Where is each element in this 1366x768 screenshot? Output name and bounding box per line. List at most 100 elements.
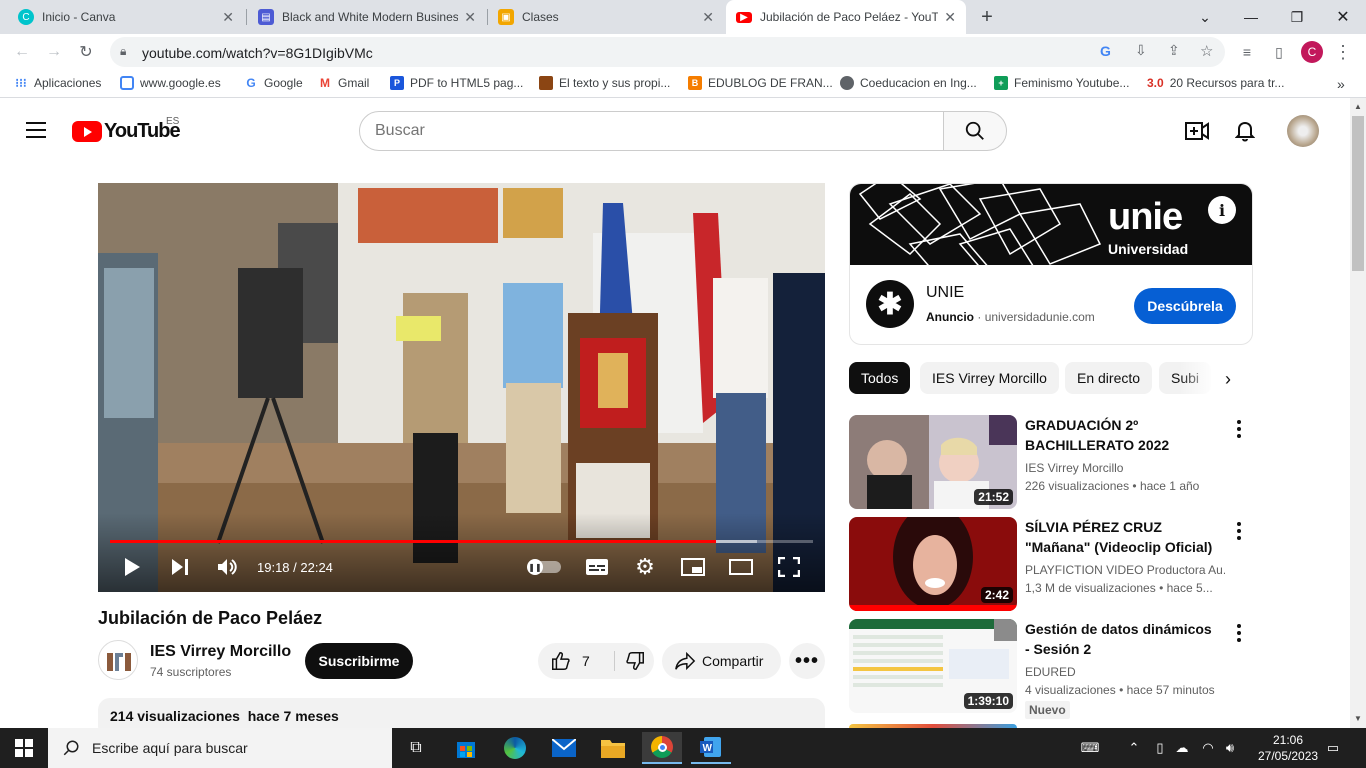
bookmark-pdf-html5[interactable]: P PDF to HTML5 pag... — [390, 76, 523, 90]
forward-icon[interactable]: → — [42, 40, 66, 64]
file-explorer-icon[interactable] — [593, 732, 633, 764]
hamburger-menu-icon[interactable] — [26, 122, 46, 138]
close-window-icon[interactable]: ✕ — [1320, 0, 1366, 34]
chip-live[interactable]: En directo — [1065, 362, 1153, 394]
scroll-up-icon[interactable]: ▲ — [1354, 102, 1362, 111]
play-icon[interactable] — [122, 555, 142, 579]
more-vert-icon[interactable] — [1231, 521, 1247, 541]
video-thumbnail[interactable]: 1:39:10 — [849, 619, 1017, 713]
mail-icon[interactable] — [544, 732, 584, 764]
more-vert-icon[interactable] — [1231, 623, 1247, 643]
new-tab-button[interactable]: + — [972, 0, 1002, 34]
taskbar-search[interactable]: Escribe aquí para buscar — [48, 728, 392, 768]
recommendation-channel[interactable]: IES Virrey Morcillo — [1025, 461, 1225, 475]
tab-clases[interactable]: ▣ Clases ✕ — [488, 0, 724, 34]
tab-search-chevron-icon[interactable]: ⌄ — [1182, 0, 1228, 34]
show-hidden-icons-chevron-icon[interactable]: ⌃ — [1124, 738, 1144, 758]
tab-canva[interactable]: C Inicio - Canva ✕ — [8, 0, 244, 34]
restore-icon[interactable]: ❐ — [1274, 0, 1320, 34]
chip-channel[interactable]: IES Virrey Morcillo — [920, 362, 1059, 394]
task-view-icon[interactable]: ⧉ — [396, 732, 436, 764]
close-tab-icon[interactable]: ✕ — [464, 9, 476, 26]
bookmark-feminismo[interactable]: + Feminismo Youtube... — [994, 76, 1129, 90]
onedrive-cloud-icon[interactable]: ☁ — [1172, 738, 1192, 758]
miniplayer-icon[interactable] — [680, 555, 706, 579]
bookmark-star-icon[interactable]: ☆ — [1200, 42, 1213, 60]
chip-all[interactable]: Todos — [849, 362, 911, 394]
scrollbar-thumb[interactable] — [1352, 116, 1364, 271]
bookmark-google[interactable]: G Google — [244, 76, 302, 90]
youtube-logo[interactable]: YouTube ES — [72, 116, 181, 143]
minimize-icon[interactable]: — — [1228, 0, 1274, 34]
next-video-icon[interactable] — [170, 555, 190, 579]
channel-avatar[interactable] — [98, 640, 138, 680]
video-thumbnail[interactable]: 2:42 — [849, 517, 1017, 611]
side-panel-icon[interactable]: ▯ — [1269, 42, 1289, 62]
profile-avatar[interactable]: C — [1301, 41, 1323, 63]
close-tab-icon[interactable]: ✕ — [702, 9, 714, 26]
reload-icon[interactable]: ↻ — [74, 40, 98, 64]
recommendation-title[interactable]: GRADUACIÓN 2º BACHILLERATO 2022 — [1025, 415, 1215, 455]
recommendation-card[interactable]: 1:39:10 Gestión de datos dinámicos - Ses… — [849, 619, 1253, 719]
wifi-icon[interactable]: ◠ — [1198, 738, 1218, 758]
settings-gear-icon[interactable]: ⚙ — [632, 554, 658, 579]
bookmark-gmail[interactable]: M Gmail — [318, 76, 369, 90]
bookmark-20-recursos[interactable]: 3.0 20 Recursos para tr... — [1147, 76, 1284, 90]
word-icon[interactable]: W — [691, 732, 731, 764]
account-avatar[interactable] — [1287, 115, 1319, 147]
recommendation-title[interactable]: SÍLVIA PÉREZ CRUZ "Mañana" (Videoclip Of… — [1025, 517, 1215, 557]
subscribe-button[interactable]: Suscribirme — [305, 643, 413, 679]
recommendation-card[interactable]: 21:52 GRADUACIÓN 2º BACHILLERATO 2022 IE… — [849, 415, 1253, 509]
speaker-icon[interactable]: 🔊︎ — [1220, 738, 1240, 758]
more-actions-icon[interactable]: ••• — [789, 643, 825, 679]
theater-mode-icon[interactable] — [728, 555, 754, 579]
bookmark-el-texto[interactable]: El texto y sus propi... — [539, 76, 670, 90]
install-icon[interactable]: ⇩ — [1135, 42, 1147, 59]
video-thumbnail[interactable]: 21:52 — [849, 415, 1017, 509]
tab-youtube-active[interactable]: ▶ Jubilación de Paco Peláez - YouTu ✕ — [726, 0, 966, 34]
close-tab-icon[interactable]: ✕ — [222, 9, 234, 26]
notification-center-icon[interactable]: ▭ — [1322, 738, 1344, 758]
share-button[interactable]: Compartir — [662, 643, 781, 679]
edge-icon[interactable] — [495, 732, 535, 764]
recommendation-card[interactable]: 2:42 SÍLVIA PÉREZ CRUZ "Mañana" (Videocl… — [849, 517, 1253, 611]
recommendation-channel[interactable]: EDURED — [1025, 665, 1225, 679]
autoplay-toggle[interactable]: ❚❚ — [527, 555, 562, 579]
media-controls-icon[interactable]: ≡ — [1237, 42, 1257, 62]
volume-icon[interactable] — [216, 555, 240, 579]
notifications-bell-icon[interactable] — [1234, 120, 1256, 147]
seek-bar[interactable] — [110, 540, 813, 543]
channel-name[interactable]: IES Virrey Morcillo — [150, 643, 291, 661]
create-video-icon[interactable] — [1185, 120, 1209, 147]
bookmark-coeducacion[interactable]: Coeducacion en Ing... — [840, 76, 977, 90]
back-icon[interactable]: ← — [10, 40, 34, 64]
subtitles-icon[interactable] — [584, 555, 610, 579]
more-vert-icon[interactable]: ⋮ — [1333, 42, 1353, 62]
tab-black-white[interactable]: ▤ Black and White Modern Busines ✕ — [248, 0, 486, 34]
chrome-taskbar-icon[interactable] — [642, 732, 682, 764]
microsoft-store-icon[interactable] — [446, 732, 486, 764]
fullscreen-icon[interactable] — [776, 555, 802, 579]
recommendation-channel[interactable]: PLAYFICTION VIDEO Productora Au... — [1025, 563, 1225, 577]
google-lens-icon[interactable]: G — [1100, 43, 1111, 59]
share-icon[interactable]: ⇪ — [1168, 42, 1180, 59]
info-icon[interactable]: i — [1208, 196, 1236, 224]
recommendation-title[interactable]: Gestión de datos dinámicos - Sesión 2 — [1025, 619, 1215, 659]
video-player[interactable]: 19:18 / 22:24 ❚❚ ⚙ — [98, 183, 825, 592]
bookmark-apps[interactable]: ⁝⁝⁝ Aplicaciones — [14, 76, 101, 90]
windows-start-icon[interactable] — [4, 732, 44, 764]
ad-banner[interactable]: unie Universidad i — [850, 184, 1252, 265]
keyboard-icon[interactable]: ⌨ — [1080, 738, 1100, 758]
system-clock[interactable]: 21:06 27/05/2023 — [1258, 732, 1318, 764]
chips-next-chevron-icon[interactable]: › — [1179, 362, 1253, 396]
ad-card[interactable]: unie Universidad i ✱ UNIE Anuncio · univ… — [849, 183, 1253, 345]
dislike-button[interactable] — [616, 643, 654, 679]
page-scrollbar[interactable]: ▲ ▼ — [1350, 98, 1366, 728]
search-button[interactable] — [943, 111, 1007, 151]
bookmark-google-es[interactable]: www.google.es — [120, 76, 221, 90]
scroll-down-icon[interactable]: ▼ — [1354, 714, 1362, 723]
battery-meter-icon[interactable]: ▯ — [1150, 738, 1170, 758]
ad-cta-button[interactable]: Descúbrela — [1134, 288, 1236, 324]
more-bookmarks-icon[interactable]: » — [1337, 76, 1345, 92]
bookmark-edublog[interactable]: B EDUBLOG DE FRAN... — [688, 76, 833, 90]
